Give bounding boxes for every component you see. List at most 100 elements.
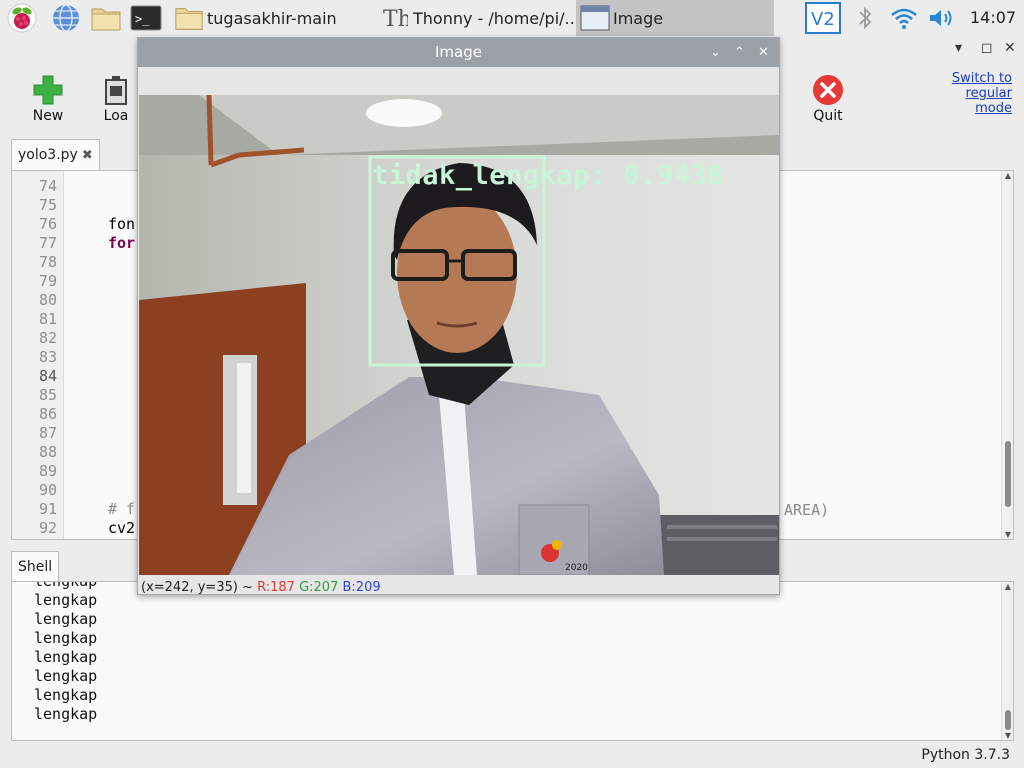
line-number: 80 bbox=[38, 291, 57, 309]
clock: 14:07 bbox=[970, 8, 1017, 27]
line-number: 87 bbox=[38, 424, 57, 442]
line-number: 85 bbox=[38, 386, 57, 404]
terminal-icon[interactable]: >_ bbox=[128, 2, 164, 34]
line-number: 81 bbox=[38, 310, 57, 328]
new-label: New bbox=[32, 108, 64, 124]
shell-output-line: lengkap bbox=[34, 648, 98, 666]
line-number: 92 bbox=[38, 519, 57, 537]
shell-output-line: lengkap bbox=[34, 629, 98, 647]
raspberry-menu-icon[interactable] bbox=[4, 2, 40, 34]
wifi-icon[interactable] bbox=[888, 2, 920, 34]
line-number-gutter: 74 75 76 77 78 79 80 81 82 83 84 85 86 87 88 89 90 91 92 bbox=[12, 171, 64, 539]
code-line: # f bbox=[108, 500, 136, 518]
detection-label: tidak_lengkap: 0.9438 bbox=[372, 160, 724, 191]
editor-tab[interactable]: yolo3.py ✖ bbox=[11, 139, 100, 170]
line-number: 76 bbox=[38, 215, 57, 233]
task-thonny[interactable]: Th Thonny - /home/pi/... bbox=[376, 0, 574, 36]
pixel-green: G:207 bbox=[299, 580, 339, 595]
shell-output-line: lengkap bbox=[34, 705, 98, 723]
window-icon bbox=[580, 3, 610, 33]
pixel-blue: B:209 bbox=[342, 580, 381, 595]
volume-icon[interactable] bbox=[926, 2, 958, 34]
shell-output-line: lengkap bbox=[34, 610, 98, 628]
line-number: 84 bbox=[38, 367, 57, 385]
svg-text:Th: Th bbox=[383, 7, 408, 31]
maximize-icon[interactable]: ⌃ bbox=[734, 38, 745, 67]
line-number: 91 bbox=[38, 500, 57, 518]
code-fragment: AREA) bbox=[784, 501, 830, 519]
task-label: Thonny - /home/pi/... bbox=[413, 8, 574, 28]
maximize-icon[interactable]: ◻ bbox=[981, 40, 993, 56]
switch-link-line-2: regular bbox=[965, 86, 1012, 101]
task-image[interactable]: Image bbox=[576, 0, 774, 36]
svg-text:>_: >_ bbox=[135, 12, 150, 26]
scroll-thumb[interactable] bbox=[1005, 441, 1011, 507]
image-window: Image ⌄ ⌃ ✕ 2020 tidak_lengkap: 0.9438 (… bbox=[137, 37, 780, 595]
line-number: 83 bbox=[38, 348, 57, 366]
badge-text: 2020 bbox=[565, 563, 588, 573]
scroll-up-icon[interactable]: ▲ bbox=[1002, 171, 1013, 180]
new-button[interactable]: New bbox=[20, 72, 76, 124]
quit-label: Quit bbox=[813, 108, 843, 124]
thonny-icon: Th bbox=[380, 3, 410, 33]
vnc-icon[interactable]: V2 bbox=[804, 2, 842, 34]
quit-icon bbox=[800, 72, 856, 108]
scroll-up-icon[interactable]: ▲ bbox=[1002, 582, 1013, 591]
scroll-thumb[interactable] bbox=[1005, 710, 1011, 730]
task-label: Image bbox=[613, 8, 664, 28]
line-number: 75 bbox=[38, 196, 57, 214]
shell-output-line: lengkap bbox=[34, 686, 98, 704]
line-number: 74 bbox=[38, 177, 57, 195]
shell-tab-label: Shell bbox=[18, 558, 53, 575]
code-line: for bbox=[108, 234, 136, 252]
line-number: 90 bbox=[38, 481, 57, 499]
taskbar: >_ tugasakhir-main Th Thonny - /home/pi/… bbox=[0, 0, 1024, 36]
switch-link-line-3: mode bbox=[975, 101, 1012, 116]
pixel-coords: (x=242, y=35) ~ bbox=[141, 580, 253, 595]
python-version-status[interactable]: Python 3.7.3 bbox=[921, 747, 1010, 763]
bluetooth-icon[interactable] bbox=[852, 2, 878, 34]
close-icon[interactable]: ✕ bbox=[1004, 40, 1016, 56]
load-icon bbox=[96, 72, 136, 108]
shell-output-line: lengkap bbox=[34, 581, 98, 590]
editor-tab-label: yolo3.py bbox=[18, 147, 78, 163]
close-tab-icon[interactable]: ✖ bbox=[82, 148, 93, 163]
image-window-title: Image bbox=[435, 43, 482, 61]
image-window-titlebar[interactable]: Image bbox=[138, 38, 779, 67]
shell-output-line: lengkap bbox=[34, 591, 98, 609]
load-button[interactable]: Loa bbox=[96, 72, 136, 124]
camera-frame: 2020 tidak_lengkap: 0.9438 bbox=[139, 95, 779, 575]
pixel-red: R:187 bbox=[257, 580, 295, 595]
plus-icon bbox=[20, 72, 76, 108]
code-line: fon bbox=[108, 215, 136, 233]
line-number: 86 bbox=[38, 405, 57, 423]
pixel-readout: (x=242, y=35) ~ R:187 G:207 B:209 bbox=[141, 580, 381, 595]
code-line: cv2 bbox=[108, 519, 136, 537]
web-browser-icon[interactable] bbox=[48, 2, 84, 34]
line-number: 89 bbox=[38, 462, 57, 480]
file-manager-icon[interactable] bbox=[88, 2, 124, 34]
switch-mode-link[interactable]: Switch to regular mode bbox=[932, 71, 1012, 116]
minimize-icon[interactable]: ⌄ bbox=[710, 38, 721, 67]
quit-button[interactable]: Quit bbox=[800, 72, 856, 124]
shell-output-line: lengkap bbox=[34, 667, 98, 685]
minimize-icon[interactable]: ▾ bbox=[955, 40, 962, 56]
line-number: 88 bbox=[38, 443, 57, 461]
line-number: 77 bbox=[38, 234, 57, 252]
shell-tab[interactable]: Shell bbox=[11, 551, 60, 581]
shell-scrollbar[interactable]: ▲ ▼ bbox=[1001, 582, 1013, 740]
shell-console[interactable]: ▲ ▼ lengkap lengkap lengkap lengkap lengkap l… bbox=[11, 581, 1014, 741]
line-number: 82 bbox=[38, 329, 57, 347]
scroll-down-icon[interactable]: ▼ bbox=[1002, 530, 1013, 539]
switch-link-line-1: Switch to bbox=[951, 71, 1012, 86]
scroll-down-icon[interactable]: ▼ bbox=[1002, 731, 1013, 740]
folder-icon bbox=[174, 3, 204, 33]
editor-scrollbar[interactable]: ▲ ▼ bbox=[1001, 171, 1013, 539]
load-label: Loa bbox=[103, 108, 129, 124]
svg-text:V2: V2 bbox=[811, 9, 835, 30]
line-number: 79 bbox=[38, 272, 57, 290]
task-label: tugasakhir-main bbox=[207, 8, 337, 28]
line-number: 78 bbox=[38, 253, 57, 271]
task-file-manager[interactable]: tugasakhir-main bbox=[170, 0, 372, 36]
close-icon[interactable]: ✕ bbox=[758, 38, 769, 67]
